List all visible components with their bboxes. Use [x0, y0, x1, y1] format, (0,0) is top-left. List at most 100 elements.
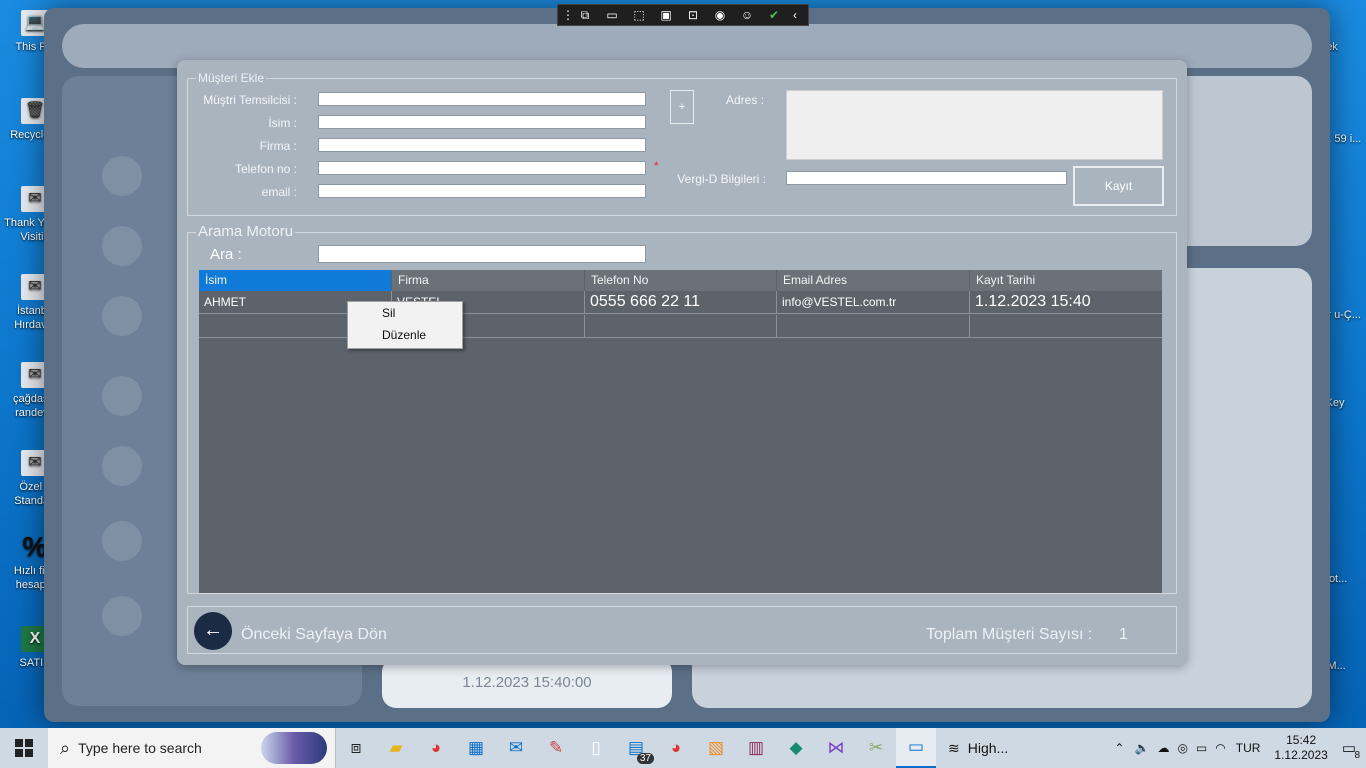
menu-item-edit[interactable]: Düzenle [348, 324, 462, 346]
column-header-date[interactable]: Kayıt Tarihi [970, 270, 1162, 291]
taskbar-search-placeholder: Type here to search [78, 740, 202, 756]
check-icon[interactable]: ✔ [762, 6, 786, 24]
context-menu: Sil Düzenle [347, 301, 463, 349]
total-customers-value: 1 [1119, 626, 1128, 643]
taskbar-search-box[interactable]: ⌕ Type here to search [48, 728, 336, 768]
cloud-icon[interactable]: ☁ [1157, 741, 1169, 755]
sidebar-blur-icon [102, 446, 142, 486]
clock-date: 1.12.2023 [1274, 748, 1328, 762]
file-explorer-icon[interactable]: ▰ [376, 728, 416, 768]
customer-add-title: Müşteri Ekle [196, 71, 267, 85]
volume-icon[interactable]: 🔈 [1134, 741, 1149, 755]
notification-count: 8 [1354, 750, 1360, 761]
back-label[interactable]: Önceki Sayfaya Dön [241, 626, 387, 644]
column-header-name[interactable]: İsim [199, 270, 392, 291]
representative-input[interactable] [318, 92, 646, 106]
pointer-icon[interactable]: ⬚ [627, 6, 651, 24]
search-input[interactable] [318, 245, 646, 263]
background-date-card: 1.12.2023 15:40:00 [382, 658, 672, 708]
badge-count: 37 [636, 753, 654, 764]
chrome-profile-icon[interactable]: ◕ [656, 728, 696, 768]
collapse-icon[interactable]: ‹ [789, 6, 801, 24]
language-indicator[interactable]: TUR [1236, 741, 1261, 755]
required-marker: * [654, 159, 659, 173]
active-app-icon[interactable]: ▭ [896, 728, 936, 768]
webcam-icon[interactable]: ◎ [1177, 741, 1187, 755]
battery-icon[interactable]: ▭ [1196, 741, 1207, 755]
cell-phone[interactable] [585, 315, 777, 337]
company-input[interactable] [318, 138, 646, 152]
frame-icon[interactable]: ▣ [654, 6, 678, 24]
arrow-left-icon: ← [203, 619, 223, 641]
cell-phone[interactable]: 0555 666 22 11 [585, 291, 777, 313]
customer-table: İsim Firma Telefon No Email Adres Kayıt … [199, 270, 1162, 593]
accessibility-icon[interactable]: ☺ [735, 6, 759, 24]
select-icon[interactable]: ⧉ [573, 6, 597, 24]
broadcast-icon[interactable]: ◉ [708, 6, 732, 24]
winrar-icon[interactable]: ▥ [736, 728, 776, 768]
calendar-app-icon[interactable]: ▤ 37 [616, 728, 656, 768]
address-label: Adres : [725, 93, 764, 107]
sidebar-blur-icon [102, 376, 142, 416]
sidebar-blur-icon [102, 156, 142, 196]
task-view-icon[interactable]: ⧈ [336, 728, 376, 768]
gitkraken-icon[interactable]: ◆ [776, 728, 816, 768]
search-icon: ⌕ [60, 737, 71, 758]
cell-email[interactable] [777, 315, 970, 337]
sidebar-blur-icon [102, 296, 142, 336]
chrome-icon[interactable]: ◕ [416, 728, 456, 768]
table-row[interactable] [199, 315, 1162, 338]
sidebar-blur-icon [102, 521, 142, 561]
cell-date[interactable] [970, 315, 1162, 337]
search-group-title: Arama Motoru [196, 223, 296, 240]
email-label: email : [261, 185, 297, 199]
cell-date[interactable]: 1.12.2023 15:40 [970, 291, 1162, 313]
sidebar-blur-icon [102, 596, 142, 636]
address-input[interactable] [786, 90, 1163, 160]
windows-icon [15, 739, 33, 757]
name-label: İsim : [268, 116, 297, 130]
clock[interactable]: 15:42 1.12.2023 [1274, 733, 1327, 763]
weather-text: High... [967, 740, 1009, 756]
column-header-email[interactable]: Email Adres [777, 270, 970, 291]
sidebar-blur-icon [102, 226, 142, 266]
screen-toolbar: ⋮ ⧉ ▭ ⬚ ▣ ⊡ ◉ ☺ ✔ ‹ [557, 4, 809, 26]
back-button[interactable]: ← [194, 612, 232, 650]
store-icon[interactable]: ▦ [456, 728, 496, 768]
phone-label: Telefon no : [234, 162, 297, 176]
tools-icon[interactable]: ✂ [856, 728, 896, 768]
cell-email[interactable]: info@VESTEL.com.tr [777, 291, 970, 313]
search-highlight-image [261, 732, 327, 764]
menu-item-delete[interactable]: Sil [348, 302, 462, 324]
system-tray: ⌃ 🔈 ☁ ◎ ▭ ◠ TUR 15:42 1.12.2023 ▭ 8 [1114, 728, 1366, 768]
email-input[interactable] [318, 184, 646, 198]
customer-dialog: Müşteri Ekle Müştri Temsilcisi : İsim : … [177, 60, 1187, 665]
notification-icon[interactable]: ▭ 8 [1342, 739, 1360, 761]
wind-icon: ≋ [948, 739, 960, 756]
weather-widget[interactable]: ≋ High... [948, 740, 1008, 757]
paint-icon[interactable]: ✎ [536, 728, 576, 768]
clock-time: 15:42 [1286, 733, 1317, 747]
start-button[interactable] [0, 728, 48, 768]
phone-input[interactable] [318, 161, 646, 175]
pdf-icon[interactable]: ▧ [696, 728, 736, 768]
region-icon[interactable]: ⊡ [681, 6, 705, 24]
outlook-icon[interactable]: ✉ [496, 728, 536, 768]
grip-icon[interactable]: ⋮ [562, 6, 574, 24]
representative-label: Müştri Temsilcisi : [203, 93, 297, 107]
chevron-up-icon[interactable]: ⌃ [1114, 741, 1124, 755]
tax-info-label: Vergi-D Bilgileri : [677, 172, 766, 186]
tax-info-input[interactable] [786, 171, 1067, 185]
search-label: Ara : [210, 246, 242, 263]
save-button[interactable]: Kayıt [1073, 166, 1164, 206]
video-icon[interactable]: ▭ [600, 6, 624, 24]
column-header-phone[interactable]: Telefon No [585, 270, 777, 291]
network-icon[interactable]: ◠ [1215, 741, 1225, 755]
table-row[interactable]: AHMET VESTEL 0555 666 22 11 info@VESTEL.… [199, 291, 1162, 314]
total-customers-label: Toplam Müşteri Sayısı : [926, 626, 1093, 643]
name-input[interactable] [318, 115, 646, 129]
column-header-company[interactable]: Firma [392, 270, 585, 291]
document-icon[interactable]: ▯ [576, 728, 616, 768]
company-label: Firma : [259, 139, 297, 153]
visual-studio-icon[interactable]: ⋈ [816, 728, 856, 768]
